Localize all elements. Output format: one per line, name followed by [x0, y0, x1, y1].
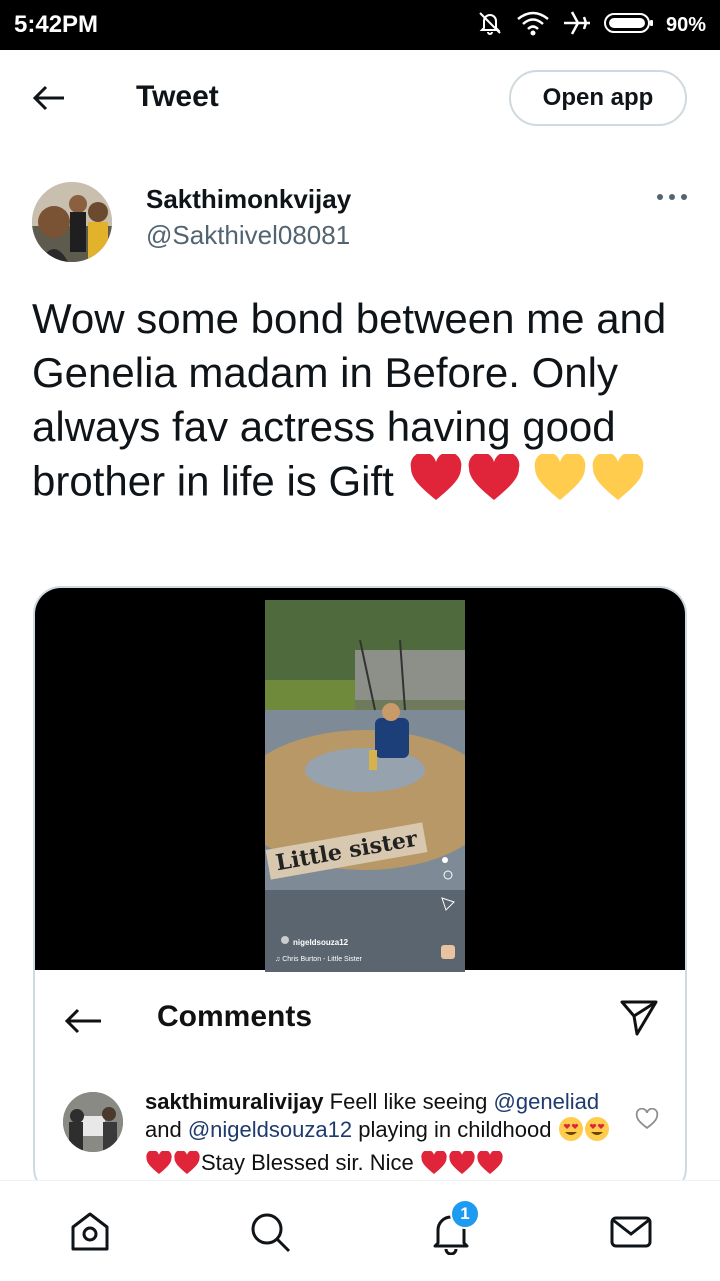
- status-icons: 90%: [476, 9, 706, 42]
- wifi-icon: [516, 9, 550, 42]
- red-heart-icon: [420, 1150, 448, 1182]
- bottom-nav: 1: [0, 1180, 720, 1281]
- tweet-author: Sakthimonkvijay @Sakthivel08081: [32, 182, 688, 266]
- red-heart-icon: [448, 1150, 476, 1182]
- notification-badge: 1: [450, 1199, 480, 1229]
- comments-title: Comments: [157, 1000, 313, 1033]
- heart-eyes-emoji-icon: [558, 1116, 584, 1149]
- search-icon[interactable]: [247, 1209, 293, 1255]
- home-icon[interactable]: [67, 1209, 113, 1255]
- open-app-button[interactable]: Open app: [509, 70, 687, 126]
- story-screenshot: Little sister nigeldsouza12 ♫ Chris Burt…: [265, 600, 465, 972]
- header: Tweet Open app: [0, 50, 720, 150]
- send-icon: [619, 998, 659, 1038]
- comment-username: sakthimuralivijay: [145, 1089, 324, 1114]
- author-name[interactable]: Sakthimonkvijay: [146, 184, 351, 215]
- red-heart-icon: [476, 1150, 504, 1182]
- red-heart-icon: [173, 1150, 201, 1182]
- yellow-heart-icon: [591, 452, 645, 515]
- author-avatar[interactable]: [32, 182, 112, 262]
- comment-text-part: and: [145, 1117, 182, 1142]
- tweet-text: Wow some bond between me and Genelia mad…: [32, 292, 692, 515]
- back-arrow-icon: [63, 1006, 103, 1036]
- messages-icon[interactable]: [608, 1209, 654, 1255]
- story-song: ♫ Chris Burton - Little Sister: [275, 956, 362, 963]
- media-image[interactable]: Little sister nigeldsouza12 ♫ Chris Burt…: [35, 588, 685, 972]
- comment-text-part: playing in childhood: [358, 1117, 552, 1142]
- tweet-media[interactable]: Little sister nigeldsouza12 ♫ Chris Burt…: [33, 586, 687, 1196]
- like-heart-icon: [635, 1107, 659, 1130]
- story-username: nigeldsouza12: [293, 938, 349, 947]
- airplane-icon: [562, 9, 592, 42]
- comment-avatar: [63, 1092, 123, 1152]
- comment-text-part: Stay Blessed sir. Nice: [201, 1150, 414, 1175]
- more-options-icon[interactable]: [656, 190, 688, 202]
- battery-percentage: 90%: [665, 13, 706, 36]
- red-heart-icon: [467, 452, 521, 515]
- yellow-heart-icon: [533, 452, 587, 515]
- comment-mention: @geneliad: [493, 1089, 600, 1114]
- page-title: Tweet: [136, 80, 219, 113]
- comments-header: Comments: [35, 970, 685, 1070]
- comment-text-part: Feell like seeing: [329, 1089, 488, 1114]
- status-time: 5:42PM: [14, 11, 99, 38]
- back-arrow-icon[interactable]: [30, 78, 70, 118]
- battery-icon: [603, 11, 654, 40]
- red-heart-icon: [145, 1150, 173, 1182]
- status-bar: 5:42PM 90%: [0, 0, 720, 50]
- comment-text: sakthimuralivijay Feell like seeing @gen…: [145, 1088, 623, 1182]
- red-heart-icon: [409, 452, 463, 515]
- comment-mention: @nigeldsouza12: [187, 1117, 353, 1142]
- author-handle[interactable]: @Sakthivel08081: [146, 220, 350, 251]
- heart-eyes-emoji-icon: [584, 1116, 610, 1149]
- muted-bell-icon: [476, 9, 504, 42]
